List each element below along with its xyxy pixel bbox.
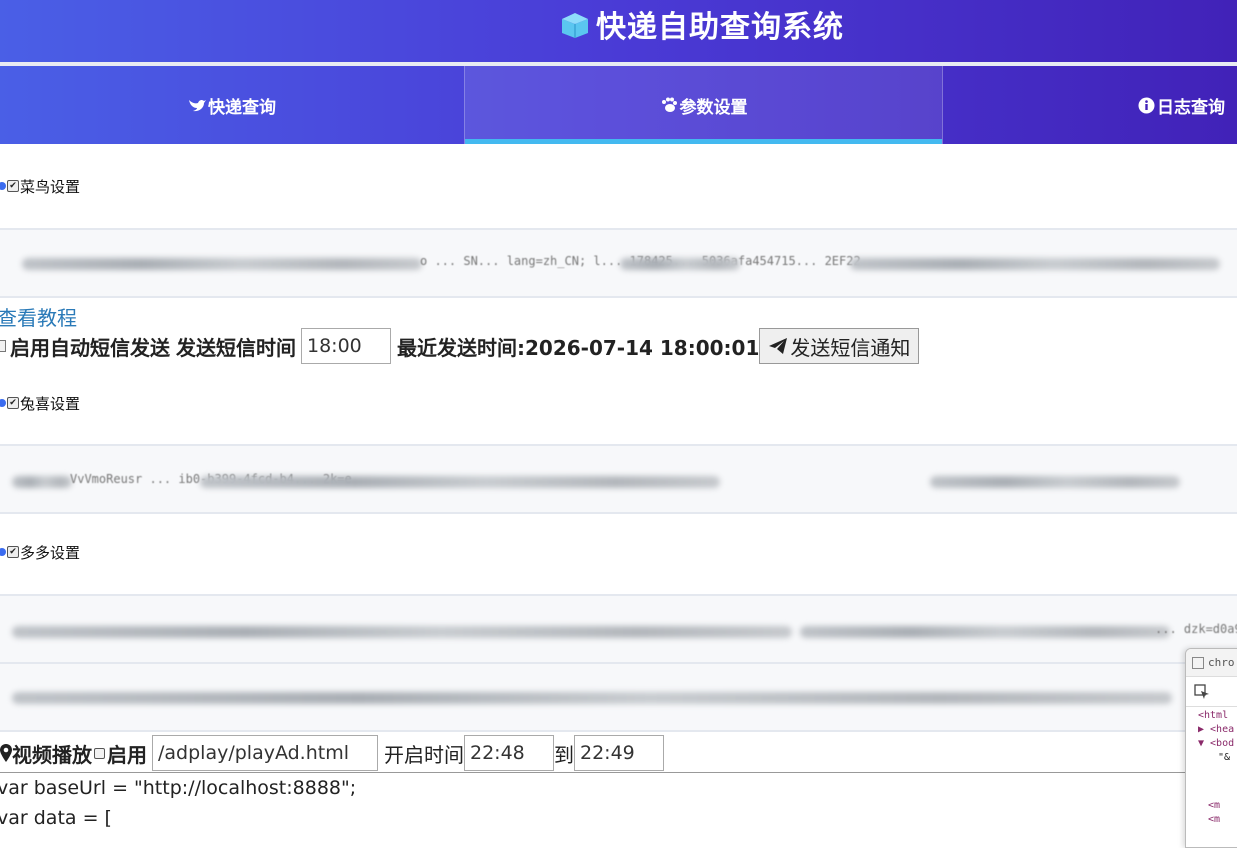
devtools-panel[interactable]: chro <html ▶ <hea ▼ <bod "& <m <m: [1185, 648, 1237, 848]
video-settings-row: 视频播放 启用 /adplay/playAd.html 开启时间 22:48 到…: [0, 734, 664, 772]
video-url-input[interactable]: /adplay/playAd.html: [152, 735, 378, 771]
tab-express-query[interactable]: 快递查询: [0, 66, 464, 144]
section-label: 菜鸟设置: [20, 177, 81, 196]
duoduo-extra-field[interactable]: [0, 664, 1237, 732]
video-label: 视频播放: [12, 742, 92, 767]
section-label: 兔喜设置: [20, 394, 81, 413]
code-line: var data = [: [0, 807, 112, 829]
send-sms-button[interactable]: 发送短信通知: [759, 328, 920, 364]
devtools-titlebar: chro: [1186, 649, 1237, 677]
duoduo-settings-header: ✔ 多多设置: [0, 542, 80, 562]
duoduo-cookie-field[interactable]: ... dzk=d0a9fe: [0, 594, 1237, 664]
cainiao-settings-header: ✔ 菜鸟设置: [0, 176, 80, 196]
duoduo-enable-checkbox[interactable]: ✔: [7, 546, 19, 558]
sms-enable-checkbox[interactable]: [0, 340, 6, 352]
video-enable-label: 启用: [107, 742, 147, 767]
tab-label: 快递查询: [208, 97, 276, 118]
bird-icon: [189, 99, 206, 112]
devtools-toolbar: [1186, 677, 1237, 707]
inspect-element-icon[interactable]: [1194, 683, 1210, 700]
tutorial-link[interactable]: 查看教程: [0, 302, 77, 331]
open-box-icon: [562, 13, 588, 38]
video-end-time-input[interactable]: 22:49: [574, 735, 664, 771]
video-start-time-input[interactable]: 22:48: [464, 735, 554, 771]
bullet-icon: [0, 182, 6, 190]
sms-time-label: 发送短信时间: [176, 335, 296, 360]
tab-label: 参数设置: [679, 97, 748, 118]
last-sent-time: 最近发送时间:2026-07-14 18:00:01: [397, 335, 760, 360]
app-title-text: 快递自助查询系统: [596, 10, 844, 45]
cainiao-enable-checkbox[interactable]: ✔: [7, 180, 19, 192]
devtools-title: chro: [1208, 656, 1235, 669]
info-circle-icon: [1138, 97, 1155, 113]
dom-node[interactable]: "&: [1198, 751, 1237, 765]
dom-node[interactable]: ▼ <bod: [1198, 737, 1237, 751]
tuxi-enable-checkbox[interactable]: ✔: [7, 397, 19, 409]
bullet-icon: [0, 399, 6, 407]
paper-plane-icon: [769, 338, 788, 354]
dom-node[interactable]: <m: [1198, 813, 1237, 827]
sms-enable-label: 启用自动短信发送: [10, 335, 170, 360]
tuxi-cookie-field[interactable]: VvVmoReusr ... ib0-b399-4fcd-b4... 2k=e: [0, 444, 1237, 514]
dom-node[interactable]: <m: [1198, 799, 1237, 813]
send-sms-label: 发送短信通知: [790, 335, 911, 360]
tab-log-query[interactable]: 日志查询: [943, 66, 1237, 144]
app-header: 快递自助查询系统: [0, 0, 1237, 62]
tuxi-settings-header: ✔ 兔喜设置: [0, 393, 80, 413]
start-time-label: 开启时间: [384, 742, 464, 767]
map-pin-icon: [0, 744, 12, 762]
bullet-icon: [0, 548, 6, 556]
cookie-text: ... dzk=d0a9fe: [1155, 622, 1237, 636]
sms-time-input[interactable]: 18:00: [301, 328, 391, 364]
cainiao-cookie-field[interactable]: o ... SN... lang=zh_CN; l... 178425... 5…: [0, 228, 1237, 298]
script-textarea[interactable]: var baseUrl = "http://localhost:8888"; v…: [0, 772, 1185, 840]
video-enable-checkbox[interactable]: [94, 747, 105, 759]
tab-label: 日志查询: [1157, 97, 1225, 118]
paw-icon: [661, 97, 677, 112]
dom-node[interactable]: ▶ <hea: [1198, 723, 1237, 737]
sms-settings-row: 启用自动短信发送 发送短信时间 18:00 最近发送时间:2026-07-14 …: [0, 328, 920, 364]
section-label: 多多设置: [20, 543, 81, 562]
to-label: 到: [554, 742, 574, 767]
app-title: 快递自助查询系统: [558, 6, 844, 45]
code-line: var baseUrl = "http://localhost:8888";: [0, 777, 357, 799]
main-tabs: 快递查询 参数设置 日志查询: [0, 66, 1237, 144]
dom-tree: <html ▶ <hea ▼ <bod "& <m <m: [1186, 707, 1237, 827]
dom-node[interactable]: <html: [1198, 709, 1237, 723]
tab-settings[interactable]: 参数设置: [464, 66, 943, 144]
window-icon: [1192, 656, 1204, 669]
